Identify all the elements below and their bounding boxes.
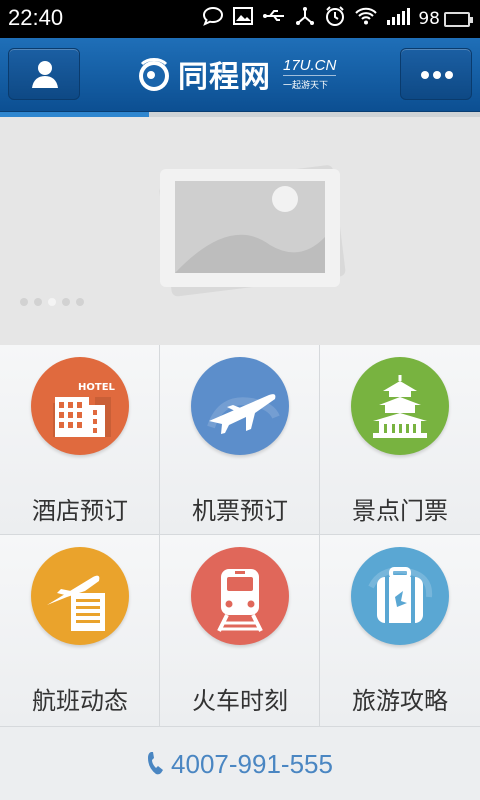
menu-item-label: 景点门票	[352, 497, 448, 525]
service-menu: HOTEL 酒店预订 机票预订 景点门票 航班动态 火车时刻 旅游攻略	[0, 345, 480, 727]
banner-carousel[interactable]	[0, 117, 480, 345]
carousel-dot[interactable]	[20, 298, 28, 306]
battery-icon	[444, 11, 473, 27]
user-button[interactable]	[8, 48, 80, 100]
menu-item-label: 火车时刻	[192, 687, 288, 715]
hotline-link[interactable]: 4007-991-555	[0, 749, 480, 780]
battery-percent: 98	[418, 9, 440, 29]
menu-item-flights[interactable]: 机票预订	[160, 345, 320, 535]
logo-slogan: 一起游天下	[283, 81, 329, 91]
carousel-dot[interactable]	[48, 298, 56, 306]
train-icon	[191, 547, 289, 645]
logo-text: 同程网	[178, 60, 271, 95]
image-icon	[232, 6, 254, 33]
status-time: 22:40	[8, 5, 64, 30]
status-bar: 22:40 98	[0, 0, 480, 38]
temple-icon	[351, 357, 449, 455]
logo-mark-icon	[139, 58, 169, 91]
menu-item-label: 航班动态	[32, 687, 128, 715]
menu-item-label: 旅游攻略	[352, 687, 448, 715]
menu-item-train[interactable]: 火车时刻	[160, 535, 320, 727]
chat-bubble-icon	[202, 6, 224, 33]
battery-indicator: 98	[418, 9, 473, 29]
wifi-icon	[354, 6, 378, 33]
carousel-dot[interactable]	[76, 298, 84, 306]
app-logo: 同程网 17U.CN 一起游天下	[134, 52, 337, 96]
hotel-icon-text: HOTEL	[78, 382, 116, 393]
status-icons: 98	[202, 5, 473, 34]
signal-icon	[386, 6, 411, 33]
hotel-icon: HOTEL	[31, 357, 129, 455]
share-icon	[294, 6, 316, 33]
user-icon	[32, 61, 58, 88]
hotline-number: 4007-991-555	[171, 749, 333, 779]
more-button[interactable]	[400, 48, 472, 100]
footer: 4007-991-555	[0, 727, 480, 800]
alarm-icon	[324, 5, 346, 34]
phone-icon	[148, 752, 164, 775]
menu-item-travel-guide[interactable]: 旅游攻略	[320, 535, 480, 727]
more-icon	[421, 71, 453, 79]
menu-item-attractions[interactable]: 景点门票	[320, 345, 480, 535]
carousel-dot[interactable]	[34, 298, 42, 306]
airplane-icon	[191, 357, 289, 455]
app-header: 同程网 17U.CN 一起游天下	[0, 38, 480, 112]
menu-item-hotel[interactable]: HOTEL 酒店预订	[0, 345, 160, 535]
logo-domain: 17U.CN	[283, 57, 337, 76]
luggage-icon	[351, 547, 449, 645]
usb-icon	[262, 6, 286, 33]
menu-item-label: 机票预订	[192, 497, 288, 525]
menu-item-flight-status[interactable]: 航班动态	[0, 535, 160, 727]
logo-subtitle: 17U.CN 一起游天下	[283, 57, 337, 91]
image-placeholder-icon	[159, 165, 346, 297]
carousel-dots	[20, 298, 84, 306]
menu-item-label: 酒店预订	[32, 497, 128, 525]
carousel-dot[interactable]	[62, 298, 70, 306]
flight-status-icon	[31, 547, 129, 645]
